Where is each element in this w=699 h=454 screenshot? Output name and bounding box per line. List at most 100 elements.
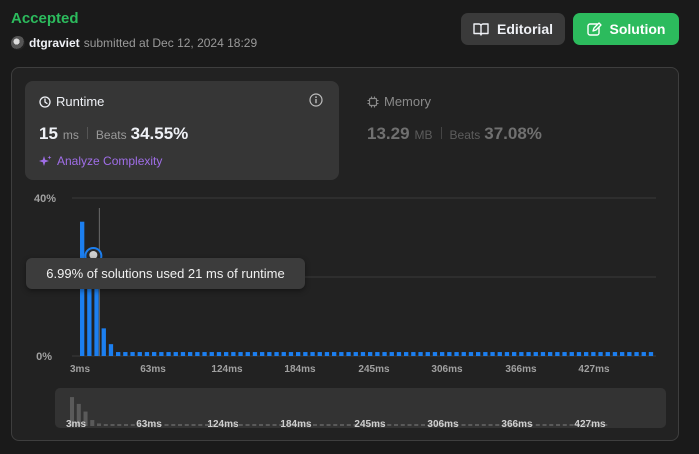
- chart-bar: [648, 352, 654, 356]
- chart-bar: [281, 352, 286, 356]
- mini-bar: [265, 424, 270, 426]
- mini-bar: [313, 424, 318, 426]
- chart-bar: [317, 352, 322, 356]
- mini-bar: [178, 424, 183, 426]
- x-tick-label: 427ms: [578, 364, 610, 375]
- chart-bar: [260, 352, 265, 356]
- chart-bar: [396, 352, 402, 356]
- mini-bar: [461, 424, 466, 426]
- chart-bar: [173, 352, 178, 356]
- mini-bar: [319, 424, 324, 426]
- chart-bar: [159, 352, 164, 356]
- chart-bar: [252, 352, 258, 356]
- chart-bar: [188, 352, 193, 356]
- chart-bar: [123, 352, 128, 356]
- mini-bar: [103, 424, 108, 426]
- chart-bar: [504, 352, 510, 356]
- mini-bar: [238, 424, 243, 426]
- chart-bar: [137, 352, 142, 356]
- mini-bar: [117, 424, 122, 426]
- chart-bar: [274, 352, 279, 356]
- chart-bar: [303, 352, 308, 356]
- mini-bar: [481, 424, 486, 426]
- chart-bar: [324, 352, 330, 356]
- chart-bar: [620, 352, 625, 356]
- chart-bar: [360, 352, 366, 356]
- x-tick-label: 184ms: [284, 364, 316, 375]
- chart-bar: [540, 352, 546, 356]
- mini-bar: [333, 424, 338, 426]
- chart-bar: [641, 352, 646, 356]
- chart-bar: [404, 352, 409, 356]
- mini-bar: [569, 424, 574, 426]
- mini-bar: [191, 424, 196, 426]
- chart-tooltip: 6.99% of solutions used 21 ms of runtime: [26, 258, 305, 289]
- chart-bar: [418, 352, 423, 356]
- x-tick-label: 3ms: [70, 364, 90, 375]
- chart-bar: [584, 352, 589, 356]
- runtime-distribution-chart[interactable]: 40% 0% 3ms 63ms 124ms 184ms 245ms 306ms 366ms 427…: [0, 0, 699, 454]
- mini-bar: [549, 424, 554, 426]
- chart-bar: [576, 352, 582, 356]
- mini-bar: [535, 424, 540, 426]
- chart-bar: [231, 352, 236, 356]
- mini-bar: [259, 424, 264, 426]
- chart-bar: [634, 352, 639, 356]
- mini-bar: [184, 424, 189, 426]
- mini-bar: [130, 424, 135, 426]
- x-tick-label: 306ms: [431, 364, 463, 375]
- mini-bar: [124, 424, 129, 426]
- chart-bar: [533, 352, 538, 356]
- mini-x-tick-label: 306ms: [427, 419, 459, 430]
- chart-bar: [425, 352, 430, 356]
- mini-bar: [326, 424, 331, 426]
- chart-bar: [548, 352, 553, 356]
- chart-bar: [101, 328, 106, 356]
- mini-bar: [400, 424, 405, 426]
- chart-bar: [310, 352, 315, 356]
- chart-bar: [555, 352, 560, 356]
- chart-bar: [202, 352, 207, 356]
- chart-bar: [130, 352, 135, 356]
- mini-x-tick-label: 124ms: [207, 419, 239, 430]
- chart-bar: [497, 352, 502, 356]
- chart-bar: [483, 352, 488, 356]
- chart-bar: [476, 352, 481, 356]
- mini-bar: [556, 424, 561, 426]
- chart-bar: [144, 352, 150, 356]
- mini-bar: [468, 424, 473, 426]
- chart-bar: [108, 344, 114, 356]
- x-tick-label: 63ms: [140, 364, 166, 375]
- mini-bar: [475, 424, 480, 426]
- mini-bar: [488, 424, 493, 426]
- chart-bar: [627, 352, 632, 356]
- mini-x-tick-label: 63ms: [136, 419, 162, 430]
- chart-bar: [562, 352, 567, 356]
- chart-bar: [339, 352, 344, 356]
- chart-bar: [612, 352, 618, 356]
- mini-x-tick-label: 427ms: [574, 419, 606, 430]
- mini-bar: [407, 424, 412, 426]
- chart-bar: [288, 352, 294, 356]
- mini-x-tick-label: 3ms: [66, 419, 86, 430]
- mini-bar: [542, 424, 547, 426]
- chart-bar: [375, 352, 380, 356]
- chart-bar: [267, 352, 272, 356]
- mini-x-tick-label: 366ms: [501, 419, 533, 430]
- chart-bar: [512, 352, 517, 356]
- x-tick-label: 366ms: [505, 364, 537, 375]
- chart-bar: [519, 352, 524, 356]
- chart-bar: [368, 352, 373, 356]
- mini-bar: [346, 424, 351, 426]
- mini-bar: [252, 424, 257, 426]
- chart-bar: [468, 352, 474, 356]
- mini-x-tick-label: 184ms: [280, 419, 312, 430]
- chart-bar: [195, 352, 200, 356]
- chart-bar: [598, 352, 603, 356]
- mini-bar: [562, 424, 567, 426]
- mini-bar: [171, 424, 176, 426]
- mini-bar: [495, 424, 500, 426]
- chart-bar: [332, 352, 337, 356]
- chart-bar: [152, 352, 157, 356]
- chart-bar: [94, 288, 99, 356]
